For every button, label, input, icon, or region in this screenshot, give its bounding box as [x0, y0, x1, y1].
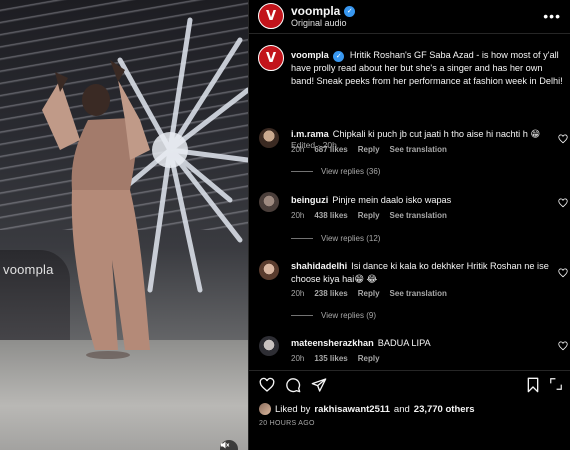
commenter-avatar[interactable] — [259, 128, 279, 148]
caption-author-avatar[interactable]: V — [258, 45, 284, 71]
comment-text: i.m.rama Chipkali ki puch jb cut jaati h … — [291, 128, 551, 141]
post-timestamp: 20 HOURS AGO — [259, 420, 315, 427]
replies-divider-line — [291, 171, 313, 172]
reply-button[interactable]: Reply — [358, 211, 380, 220]
comment-meta: 20h 438 likes Reply See translation — [291, 211, 447, 220]
commenter-avatar[interactable] — [259, 336, 279, 356]
reply-button[interactable]: Reply — [358, 145, 380, 154]
post-header: V voompla ✓ Original audio ••• — [249, 0, 570, 34]
video-frame-art — [42, 17, 248, 359]
caption-body: Hritik Roshan's GF Saba Azad - is how mo… — [291, 50, 563, 87]
original-audio-link[interactable]: Original audio — [291, 18, 347, 28]
commenter-avatar[interactable] — [259, 260, 279, 280]
author-avatar[interactable]: V — [258, 3, 284, 29]
comment-meta: 20h 238 likes Reply See translation — [291, 289, 447, 298]
expand-icon[interactable] — [549, 377, 563, 391]
commenter-username[interactable]: mateensherazkhan — [291, 338, 374, 348]
video-watermark: voompla — [3, 262, 54, 277]
view-replies-button[interactable]: View replies (36) — [291, 167, 380, 176]
comment-body: BADUA LIPA — [377, 338, 431, 348]
see-translation-button[interactable]: See translation — [390, 211, 447, 220]
verified-badge-icon: ✓ — [344, 5, 356, 17]
view-replies-button[interactable]: View replies (9) — [291, 311, 376, 320]
comment-likes[interactable]: 438 likes — [314, 211, 347, 220]
comment-text: mateensherazkhan BADUA LIPA — [291, 337, 551, 350]
comment-body: Pinjre mein daalo isko wapas — [332, 195, 452, 205]
like-heart-icon[interactable] — [259, 377, 275, 393]
liked-by-user[interactable]: rakhisawant2511 — [314, 404, 390, 415]
more-options-icon[interactable]: ••• — [543, 8, 561, 24]
comment-time: 20h — [291, 145, 305, 154]
comment-text: shahidadelhi Isi dance ki kala ko dekhker… — [291, 260, 551, 286]
liked-by-mid: and — [393, 403, 410, 415]
commenter-username[interactable]: beinguzi — [291, 195, 328, 205]
view-replies-label[interactable]: View replies (9) — [321, 311, 376, 320]
author-username-row[interactable]: voompla ✓ — [291, 4, 356, 18]
avatar-logo-letter: V — [265, 50, 277, 66]
view-replies-button[interactable]: View replies (12) — [291, 234, 380, 243]
commenter-username[interactable]: i.m.rama — [291, 129, 329, 139]
comment-likes[interactable]: 238 likes — [314, 289, 347, 298]
reel-video[interactable]: voompla — [0, 0, 248, 450]
heart-icon[interactable] — [558, 198, 568, 208]
comment-meta: 20h 687 likes Reply See translation — [291, 145, 447, 154]
post-details-panel: V voompla ✓ Original audio ••• V voompla… — [248, 0, 570, 450]
verified-badge-icon: ✓ — [333, 51, 345, 63]
performer-figure — [42, 60, 150, 359]
share-send-icon[interactable] — [311, 377, 327, 393]
comment-meta: 20h 135 likes Reply — [291, 354, 380, 363]
author-username[interactable]: voompla — [291, 4, 340, 18]
heart-icon[interactable] — [558, 268, 568, 278]
comment-time: 20h — [291, 289, 305, 298]
liked-by-prefix: Liked by — [275, 403, 311, 415]
commenter-avatar[interactable] — [259, 192, 279, 212]
comment-text: beinguzi Pinjre mein daalo isko wapas — [291, 194, 551, 207]
comment-bubble-icon[interactable] — [285, 377, 301, 393]
liked-by-row: Liked by rakhisawant2511 and 23,770 othe… — [259, 403, 475, 415]
replies-divider-line — [291, 238, 313, 239]
caption-text: voompla ✓ Hritik Roshan's GF Saba Azad -… — [291, 49, 563, 89]
comment-likes[interactable]: 135 likes — [314, 354, 347, 363]
speaker-muted-icon — [221, 441, 230, 449]
see-translation-button[interactable]: See translation — [390, 145, 447, 154]
comment-body: Chipkali ki puch jb cut jaati h tho aise… — [332, 129, 541, 139]
caption-username[interactable]: voompla — [291, 50, 329, 60]
avatar-logo-letter: V — [265, 8, 277, 24]
heart-icon[interactable] — [558, 341, 568, 351]
liked-by-others[interactable]: 23,770 others — [414, 404, 475, 415]
comment-time: 20h — [291, 354, 305, 363]
see-translation-button[interactable]: See translation — [390, 289, 447, 298]
save-bookmark-icon[interactable] — [525, 377, 541, 393]
view-replies-label[interactable]: View replies (12) — [321, 234, 380, 243]
reply-button[interactable]: Reply — [358, 354, 380, 363]
commenter-username[interactable]: shahidadelhi — [291, 261, 347, 271]
view-replies-label[interactable]: View replies (36) — [321, 167, 380, 176]
heart-icon[interactable] — [558, 134, 568, 144]
replies-divider-line — [291, 315, 313, 316]
liker-avatar[interactable] — [259, 403, 271, 415]
comment-time: 20h — [291, 211, 305, 220]
post-action-bar — [249, 370, 570, 396]
comment-likes[interactable]: 687 likes — [314, 145, 347, 154]
reply-button[interactable]: Reply — [358, 289, 380, 298]
